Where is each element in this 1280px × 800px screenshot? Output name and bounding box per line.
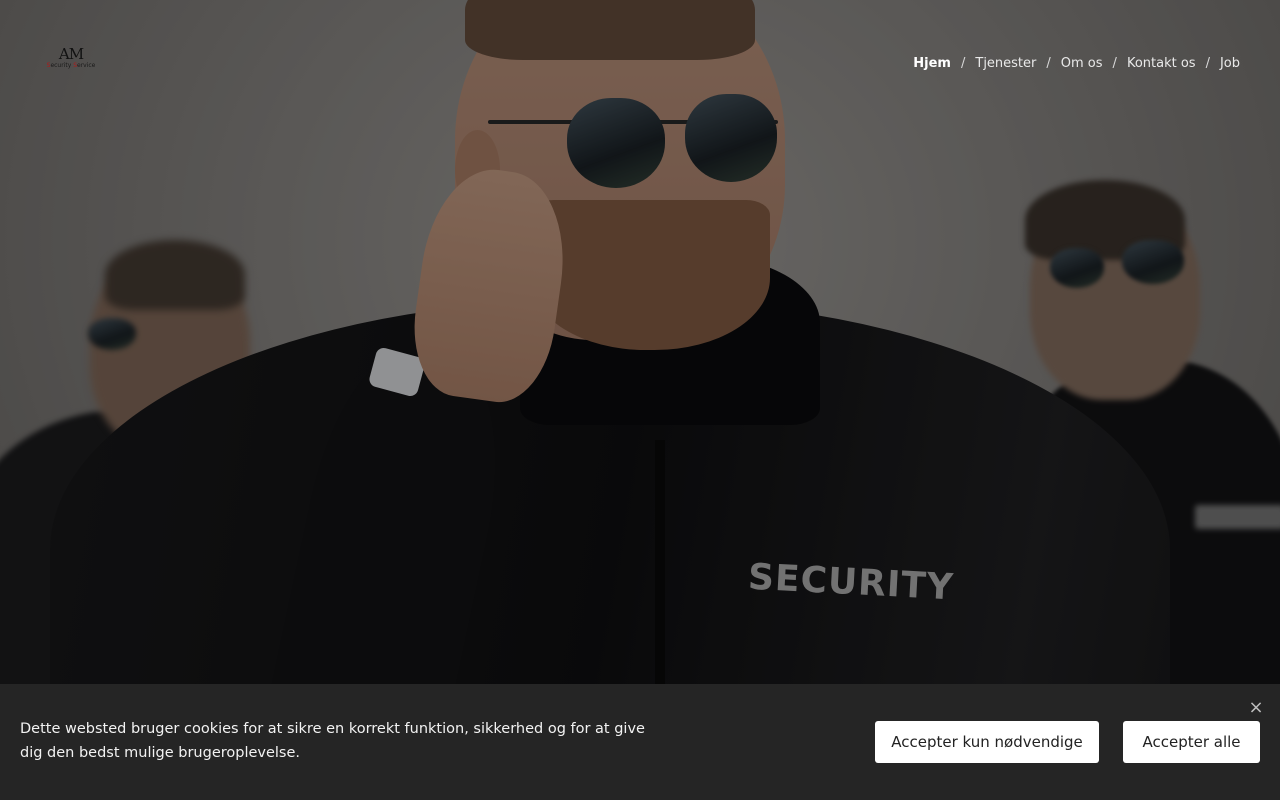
nav-item-tjenester[interactable]: Tjenester (975, 56, 1036, 71)
cookie-message: Dette websted bruger cookies for at sikr… (20, 721, 645, 761)
nav-item-job[interactable]: Job (1220, 56, 1240, 71)
logo-subtitle: Security Service (46, 62, 96, 69)
main-navigation: Hjem / Tjenester / Om os / Kontakt os / … (913, 53, 1240, 73)
accept-all-button[interactable]: Accepter alle (1123, 721, 1260, 763)
logo-mark: AM (58, 45, 84, 63)
nav-separator: / (1046, 55, 1051, 71)
close-icon[interactable]: × (1245, 697, 1267, 719)
hero-dark-overlay (0, 0, 1280, 800)
nav-separator: / (1112, 55, 1117, 71)
site-logo[interactable]: AM Security Service (38, 46, 104, 76)
nav-item-om-os[interactable]: Om os (1061, 56, 1103, 71)
nav-separator: / (960, 55, 966, 71)
nav-item-hjem[interactable]: Hjem (913, 56, 951, 71)
nav-item-kontakt-os[interactable]: Kontakt os (1127, 56, 1196, 71)
nav-separator: / (1205, 55, 1210, 71)
accept-necessary-button[interactable]: Accepter kun nødvendige (875, 721, 1099, 763)
